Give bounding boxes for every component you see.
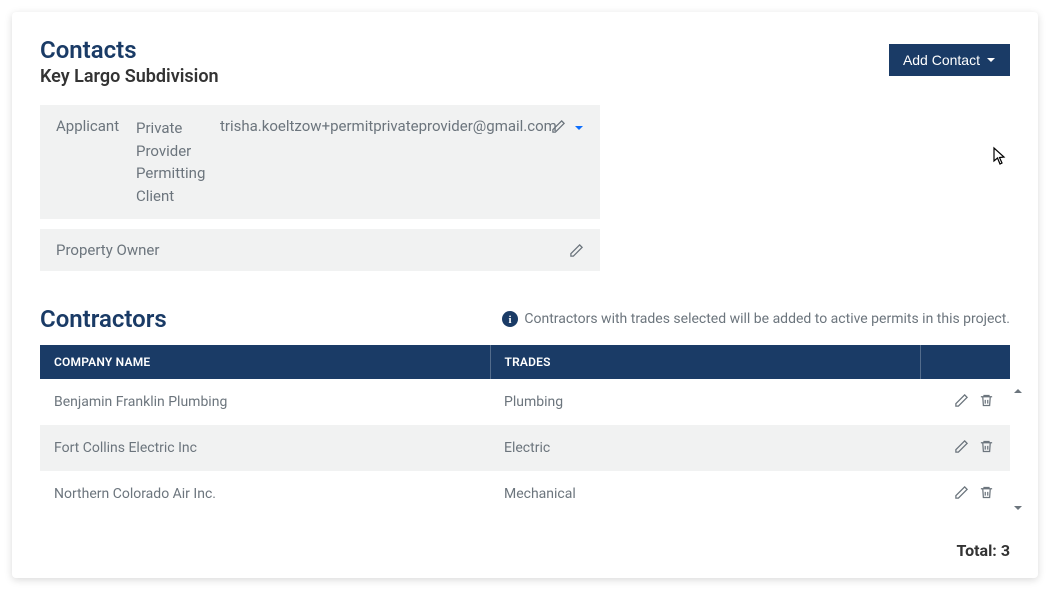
pencil-icon bbox=[954, 393, 969, 411]
contractors-table: COMPANY NAME TRADES Benjamin Franklin Pl… bbox=[40, 345, 1010, 517]
cell-company: Northern Colorado Air Inc. bbox=[40, 471, 490, 517]
pencil-icon bbox=[954, 439, 969, 457]
contact-actions bbox=[567, 241, 586, 263]
caret-down-icon bbox=[574, 121, 584, 136]
scroll-up-icon bbox=[1013, 381, 1023, 400]
contacts-title: Contacts bbox=[40, 36, 219, 64]
contacts-header: Contacts Key Largo Subdivision Add Conta… bbox=[40, 36, 1010, 87]
cell-company: Fort Collins Electric Inc bbox=[40, 425, 490, 471]
pencil-icon bbox=[551, 119, 566, 137]
delete-row-button[interactable] bbox=[977, 437, 996, 459]
pencil-icon bbox=[569, 243, 584, 261]
delete-row-button[interactable] bbox=[977, 483, 996, 505]
trash-icon bbox=[979, 485, 994, 503]
cell-company: Benjamin Franklin Plumbing bbox=[40, 379, 490, 425]
contractors-total: Total: 3 bbox=[40, 517, 1010, 560]
cursor-icon bbox=[992, 146, 1008, 170]
add-contact-button[interactable]: Add Contact bbox=[889, 44, 1010, 76]
contact-role-label: Property Owner bbox=[56, 241, 584, 259]
table-header-row: COMPANY NAME TRADES bbox=[40, 345, 1010, 379]
contact-actions bbox=[549, 117, 586, 139]
column-header-trades[interactable]: TRADES bbox=[490, 345, 920, 379]
contact-email: trisha.koeltzow+permitprivateprovider@gm… bbox=[216, 117, 584, 135]
contractors-table-wrapper: COMPANY NAME TRADES Benjamin Franklin Pl… bbox=[40, 345, 1010, 517]
delete-row-button[interactable] bbox=[977, 391, 996, 413]
trash-icon bbox=[979, 393, 994, 411]
contact-dropdown-button[interactable] bbox=[572, 119, 586, 138]
contractors-hint: i Contractors with trades selected will … bbox=[502, 311, 1010, 327]
row-actions bbox=[934, 437, 996, 459]
total-value: 3 bbox=[1001, 541, 1010, 560]
column-header-company[interactable]: COMPANY NAME bbox=[40, 345, 490, 379]
svg-text:i: i bbox=[509, 314, 512, 326]
scroll-down-icon bbox=[1013, 498, 1023, 517]
row-actions bbox=[934, 483, 996, 505]
card: Contacts Key Largo Subdivision Add Conta… bbox=[12, 12, 1038, 578]
add-contact-label: Add Contact bbox=[903, 52, 980, 68]
contractors-hint-text: Contractors with trades selected will be… bbox=[524, 311, 1010, 327]
contact-row-applicant: Applicant Private Provider Permitting Cl… bbox=[40, 105, 600, 219]
contact-row-property-owner: Property Owner bbox=[40, 229, 600, 271]
edit-row-button[interactable] bbox=[952, 391, 971, 413]
cell-trade: Electric bbox=[490, 425, 920, 471]
contacts-title-block: Contacts Key Largo Subdivision bbox=[40, 36, 219, 87]
table-row: Fort Collins Electric Inc Electric bbox=[40, 425, 1010, 471]
contact-role-label: Applicant bbox=[56, 117, 136, 135]
trash-icon bbox=[979, 439, 994, 457]
scrollbar[interactable] bbox=[1011, 381, 1025, 517]
table-row: Benjamin Franklin Plumbing Plumbing bbox=[40, 379, 1010, 425]
contact-name: Private Provider Permitting Client bbox=[136, 117, 216, 207]
cell-trade: Plumbing bbox=[490, 379, 920, 425]
edit-row-button[interactable] bbox=[952, 483, 971, 505]
info-icon: i bbox=[502, 311, 518, 327]
pencil-icon bbox=[954, 485, 969, 503]
contractors-header: Contractors i Contractors with trades se… bbox=[40, 305, 1010, 333]
caret-down-icon bbox=[986, 52, 996, 68]
table-row: Northern Colorado Air Inc. Mechanical bbox=[40, 471, 1010, 517]
total-label: Total: bbox=[957, 541, 997, 560]
contacts-subtitle: Key Largo Subdivision bbox=[40, 66, 219, 87]
cell-trade: Mechanical bbox=[490, 471, 920, 517]
edit-contact-button[interactable] bbox=[549, 117, 568, 139]
edit-row-button[interactable] bbox=[952, 437, 971, 459]
contractors-title: Contractors bbox=[40, 305, 167, 333]
row-actions bbox=[934, 391, 996, 413]
column-header-actions bbox=[920, 345, 1010, 379]
edit-contact-button[interactable] bbox=[567, 241, 586, 263]
